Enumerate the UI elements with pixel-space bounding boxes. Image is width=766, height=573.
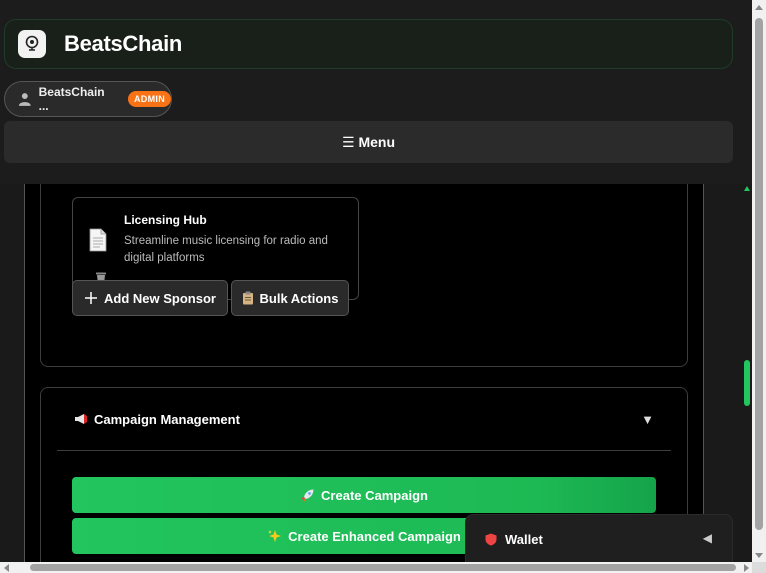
megaphone-icon xyxy=(75,414,87,424)
scroll-down-arrow-icon[interactable] xyxy=(755,553,763,558)
wallet-label: Wallet xyxy=(505,531,543,547)
horizontal-scroll-thumb[interactable] xyxy=(30,564,736,571)
sparkles-icon xyxy=(268,529,282,542)
vertical-scroll-thumb[interactable] xyxy=(755,18,763,530)
brand-bar: BeatsChain xyxy=(4,19,733,69)
bulk-actions-label: Bulk Actions xyxy=(259,290,339,306)
bulk-actions-button[interactable]: Bulk Actions xyxy=(231,280,349,316)
app-title: BeatsChain xyxy=(64,31,183,56)
user-profile-pill[interactable]: BeatsChain ... ADMIN xyxy=(4,81,172,117)
horizontal-scrollbar[interactable] xyxy=(0,562,766,573)
create-campaign-button[interactable]: Create Campaign xyxy=(72,477,656,513)
role-badge: ADMIN xyxy=(128,91,171,107)
user-avatar-icon xyxy=(18,93,31,106)
add-sponsor-label: Add New Sponsor xyxy=(104,290,216,306)
add-sponsor-button[interactable]: Add New Sponsor xyxy=(72,280,228,316)
inner-scrollbar-thumb[interactable] xyxy=(744,360,750,406)
sponsor-card-description: Streamline music licensing for radio and… xyxy=(124,235,328,264)
campaign-header[interactable]: Campaign Management ▼ xyxy=(57,388,671,451)
main-content: Licensing Hub Streamline music licensing… xyxy=(0,184,752,562)
campaign-title: Campaign Management xyxy=(94,411,240,427)
scroll-right-arrow-icon[interactable] xyxy=(744,564,749,572)
user-name: BeatsChain ... xyxy=(38,85,105,113)
plus-icon xyxy=(85,292,98,304)
beatschain-logo-icon[interactable] xyxy=(18,30,46,58)
sponsor-card-title: Licensing Hub xyxy=(124,213,207,227)
scrollbar-corner xyxy=(752,562,766,573)
document-icon xyxy=(89,228,107,252)
top-header: BeatsChain BeatsChain ... ADMIN ☰ Menu xyxy=(0,0,752,184)
shield-icon xyxy=(485,533,497,545)
rocket-icon xyxy=(301,489,314,501)
create-enhanced-campaign-label: Create Enhanced Campaign xyxy=(288,528,461,544)
inner-scroll-up-arrow[interactable] xyxy=(744,186,750,191)
wallet-expand-icon[interactable]: ◀ xyxy=(703,531,712,545)
scroll-up-arrow-icon[interactable] xyxy=(755,5,763,10)
scroll-left-arrow-icon[interactable] xyxy=(4,564,9,572)
menu-button[interactable]: ☰ Menu xyxy=(4,121,733,163)
collapse-toggle-icon[interactable]: ▼ xyxy=(641,412,654,427)
clipboard-icon xyxy=(242,291,253,305)
sponsor-section: Licensing Hub Streamline music licensing… xyxy=(40,184,688,367)
create-campaign-label: Create Campaign xyxy=(321,487,428,503)
wallet-panel[interactable]: Wallet ◀ xyxy=(465,514,733,564)
vertical-scrollbar[interactable] xyxy=(752,0,766,562)
